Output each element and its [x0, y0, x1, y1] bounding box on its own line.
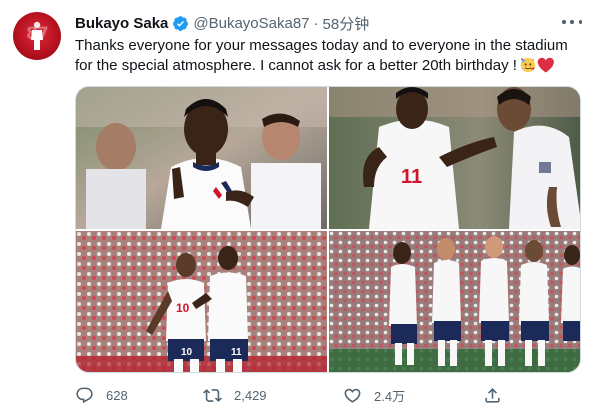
verified-icon: [173, 15, 189, 31]
tweet-text-line-1: Thanks everyone for your messages today …: [75, 37, 568, 54]
avatar[interactable]: 87: [13, 12, 61, 60]
shirt-number-11-p2: 11: [401, 166, 422, 188]
header-separator: ·: [313, 14, 319, 32]
reply-icon: [76, 387, 93, 403]
tweet-header: Bukayo Saka @BukayoSaka87 · 58分钟: [75, 13, 370, 34]
media-photo-4[interactable]: [329, 231, 580, 372]
shorts-number-11: 11: [231, 347, 242, 358]
more-icon[interactable]: [562, 14, 582, 30]
shorts-number-10: 10: [181, 347, 193, 358]
like-icon: [344, 388, 361, 403]
tweet-text: Thanks everyone for your messages today …: [75, 36, 575, 76]
retweet-button[interactable]: 2,429: [203, 384, 267, 406]
retweet-icon: [203, 388, 222, 402]
media-photo-1[interactable]: [76, 87, 327, 229]
reply-count: 628: [106, 387, 128, 403]
like-button[interactable]: 2.4万: [343, 384, 405, 406]
retweet-count: 2,429: [234, 387, 267, 403]
media-grid: 11 10 10 11: [75, 86, 581, 373]
tweet-card[interactable]: 87 Bukayo Saka @BukayoSaka87 · 58分钟 Than…: [0, 0, 592, 416]
tweet-text-line-2: for the special atmosphere. I cannot ask…: [75, 57, 517, 74]
tweet-timestamp[interactable]: 58分钟: [323, 13, 370, 34]
red-heart-icon: [537, 57, 554, 73]
media-photo-2[interactable]: 11: [329, 87, 580, 229]
tweet-text-line-2-wrap: for the special atmosphere. I cannot ask…: [75, 56, 575, 76]
partying-face-icon: [520, 57, 535, 73]
share-button[interactable]: [483, 384, 502, 406]
share-icon: [485, 387, 500, 403]
shirt-number-10-front: 10: [176, 301, 190, 315]
tweet-actions: 628 2,429 2.4万: [75, 384, 581, 406]
author-handle[interactable]: @BukayoSaka87: [193, 15, 309, 32]
media-photo-3[interactable]: 10 10 11: [76, 231, 327, 372]
author-name[interactable]: Bukayo Saka: [75, 15, 168, 32]
reply-button[interactable]: 628: [75, 384, 128, 406]
avatar-player-silhouette: [31, 21, 43, 50]
like-count: 2.4万: [374, 388, 406, 404]
